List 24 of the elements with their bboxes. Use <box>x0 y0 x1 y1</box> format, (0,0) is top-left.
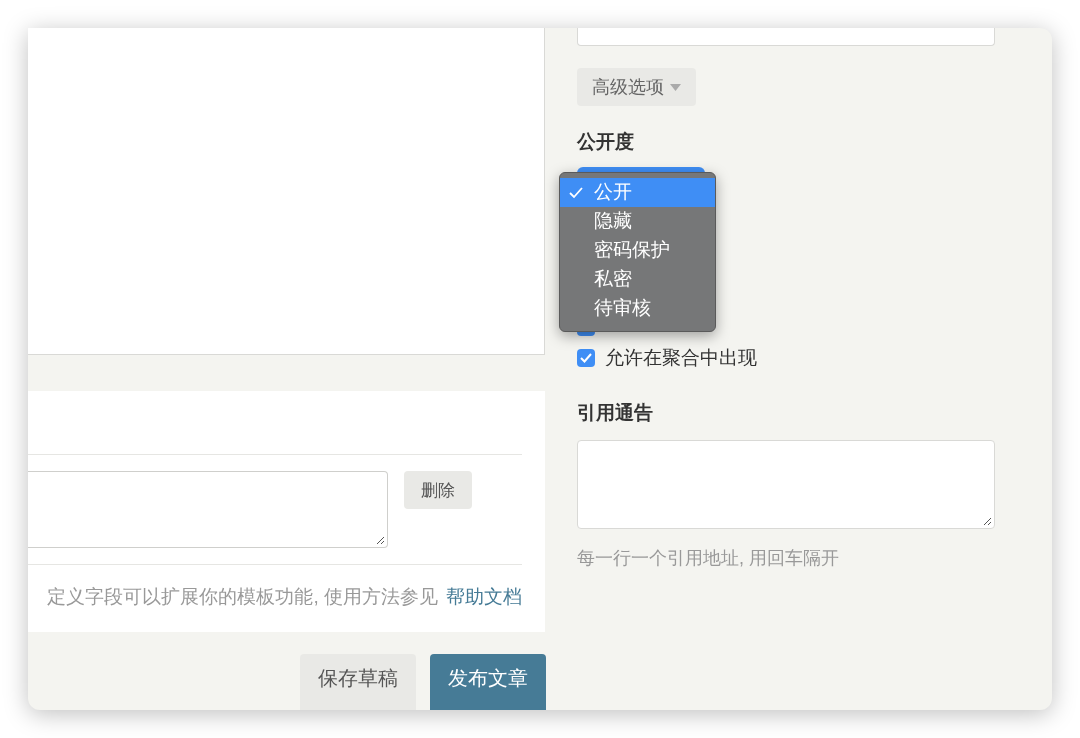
dropdown-option[interactable]: 密码保护 <box>560 236 715 265</box>
trackback-input[interactable] <box>577 440 995 529</box>
section-label: 引用通告 <box>577 401 654 425</box>
publish-button[interactable]: 发布文章 <box>430 654 546 710</box>
help-text: 定义字段可以扩展你的模板功能, 使用方法参见 <box>47 585 438 610</box>
dropdown-option[interactable]: 公开 <box>560 178 715 207</box>
section-label: 公开度 <box>577 130 635 154</box>
advanced-options-button[interactable]: 高级选项 <box>577 68 696 106</box>
editor-text-area[interactable] <box>28 28 545 356</box>
resize-handle-icon[interactable] <box>375 535 385 546</box>
field-value-input[interactable] <box>28 471 388 549</box>
delete-button[interactable]: 删除 <box>404 471 472 510</box>
caret-icon <box>670 83 681 91</box>
checkmark-icon <box>569 186 583 199</box>
text-input[interactable] <box>577 28 995 46</box>
resize-handle-icon[interactable] <box>982 516 992 526</box>
help-link[interactable]: 帮助文档 <box>446 583 522 612</box>
dropdown-option[interactable]: 私密 <box>560 265 715 294</box>
checkbox[interactable] <box>577 349 595 367</box>
dropdown-option[interactable]: 待审核 <box>560 294 715 323</box>
save-draft-button[interactable]: 保存草稿 <box>300 654 416 710</box>
dropdown-option[interactable]: 隐藏 <box>560 207 715 236</box>
hint-text: 每一行一个引用地址, 用回车隔开 <box>577 547 840 570</box>
checkbox-label: 允许在聚合中出现 <box>605 345 757 370</box>
